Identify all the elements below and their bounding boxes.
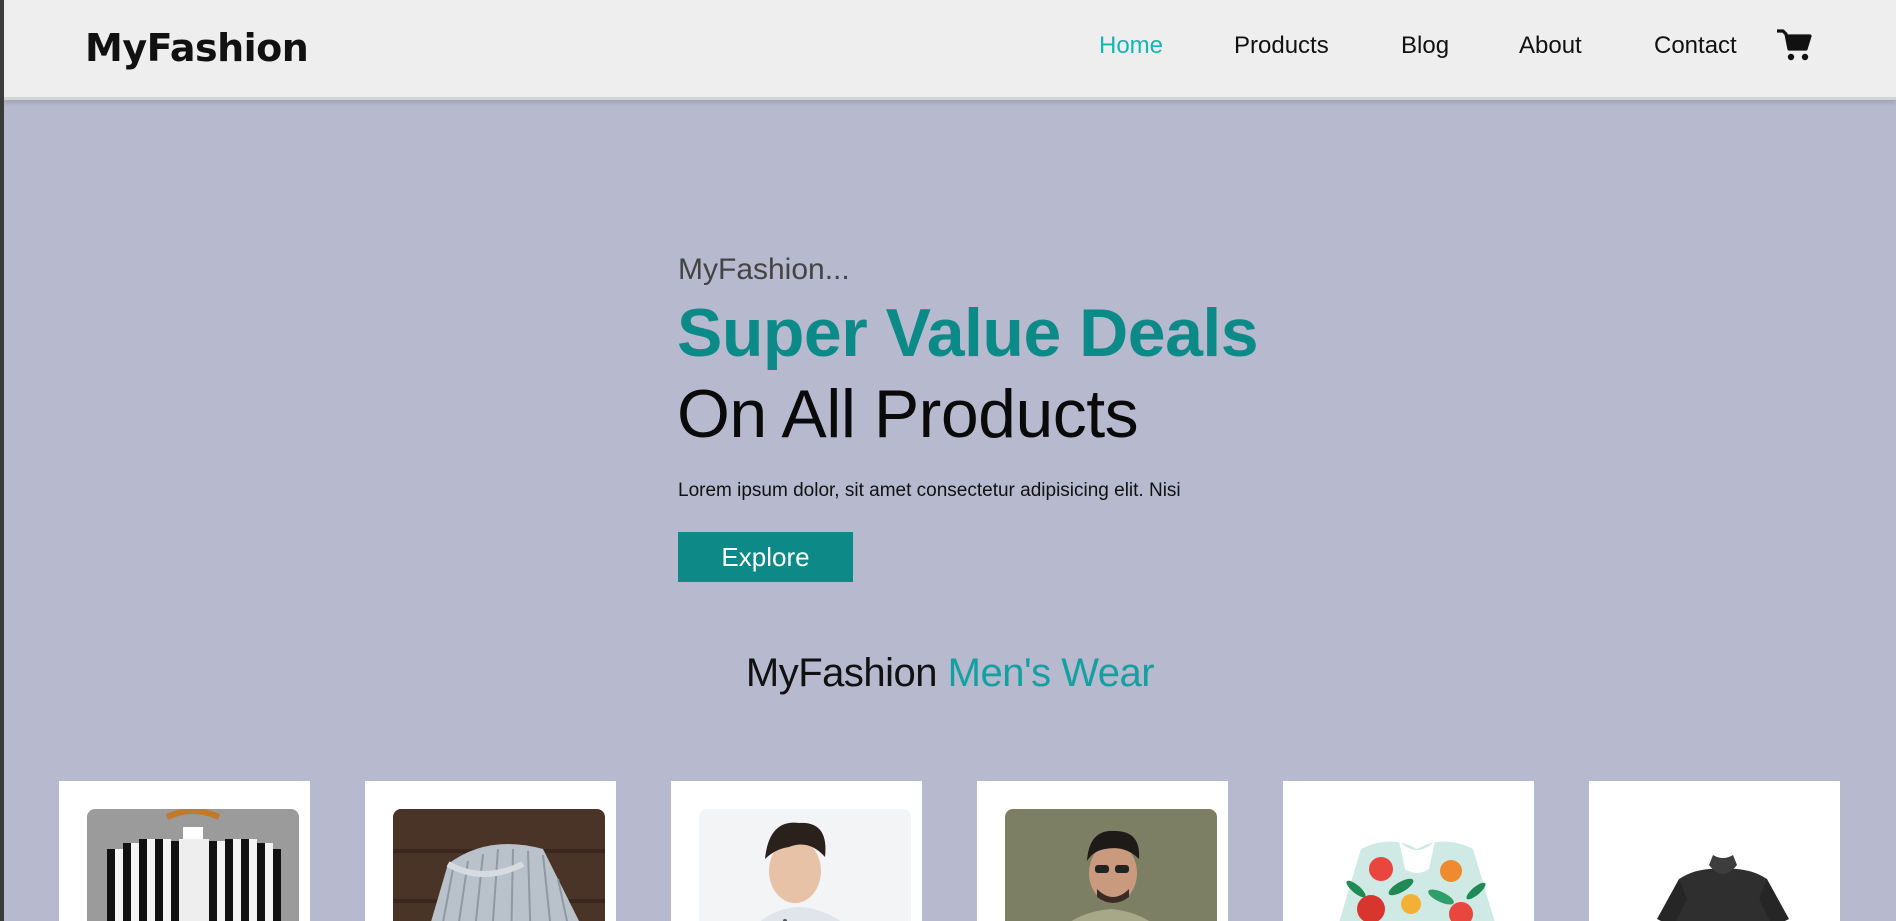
- page: MyFashion Home Products Blog About Conta…: [4, 0, 1896, 921]
- nav-contact[interactable]: Contact: [1654, 32, 1737, 60]
- hero-title: On All Products: [677, 376, 1139, 452]
- section-title-main: MyFashion: [745, 651, 938, 695]
- section-title: MyFashion Men's Wear: [4, 651, 1896, 696]
- product-image-man-olive-shirt[interactable]: [1005, 809, 1217, 921]
- nav-products[interactable]: Products: [1234, 32, 1329, 60]
- hero-title-accent: Super Value Deals: [677, 295, 1259, 371]
- explore-button[interactable]: Explore: [678, 532, 853, 582]
- product-card[interactable]: [671, 781, 922, 921]
- product-card[interactable]: [365, 781, 616, 921]
- section-title-accent: Men's Wear: [947, 651, 1155, 695]
- nav-about[interactable]: About: [1519, 32, 1582, 60]
- nav-blog[interactable]: Blog: [1401, 32, 1449, 60]
- product-card[interactable]: [59, 781, 310, 921]
- hero-description: Lorem ipsum dolor, sit amet consectetur …: [678, 480, 1181, 501]
- product-image-grey-striped-shirt[interactable]: [393, 809, 605, 921]
- nav-home[interactable]: Home: [1099, 32, 1163, 60]
- product-card[interactable]: [977, 781, 1228, 921]
- product-image-man-printed-shirt[interactable]: [699, 809, 911, 921]
- product-image-black-shirt[interactable]: [1617, 809, 1829, 921]
- product-image-floral-shirt[interactable]: [1311, 809, 1523, 921]
- site-header: MyFashion Home Products Blog About Conta…: [4, 0, 1896, 100]
- hero-kicker: MyFashion...: [678, 253, 850, 286]
- shopping-cart-icon[interactable]: [1776, 28, 1812, 62]
- product-image-striped-shirt[interactable]: [87, 809, 299, 921]
- product-card[interactable]: [1283, 781, 1534, 921]
- site-logo[interactable]: MyFashion: [85, 26, 309, 70]
- product-card[interactable]: [1589, 781, 1840, 921]
